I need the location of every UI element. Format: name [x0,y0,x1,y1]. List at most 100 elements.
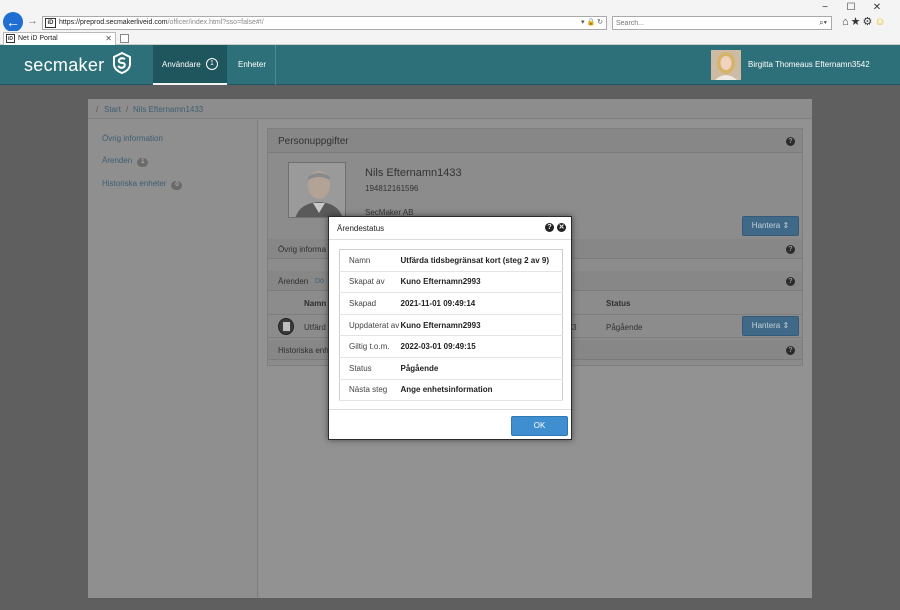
lock-icon: 🔒 [586,19,596,26]
sort-icon: ⇕ [782,221,790,230]
home-icon[interactable]: ⌂ [842,16,851,28]
logo-icon [113,52,131,74]
ok-button[interactable]: OK [511,416,568,436]
help-icon[interactable]: ? [545,223,554,232]
detail-value: Kuno Efternamn2993 [400,271,563,294]
address-actions[interactable]: ▾ 🔒 ↻ [581,18,603,26]
case-status: Pågående [606,323,643,332]
tab-favicon-icon: iD [6,34,15,43]
breadcrumb-separator: / [96,105,99,114]
manage-button-label: Hantera [751,321,781,330]
document-icon [278,318,294,335]
tab-close-icon[interactable]: ✕ [105,34,112,43]
avatar-image [711,50,741,80]
other-info-title: Övrig informa [278,245,327,254]
nav-users-badge: 1 [206,58,218,70]
person-name: Nils Efternamn1433 [365,167,462,179]
table-row: Nästa steg Ange enhetsinformation [339,379,563,402]
breadcrumb-start[interactable]: Start [104,105,121,114]
sidebar-item-label: Ärenden [102,156,133,165]
table-row: Namn Utfärda tidsbegränsat kort (steg 2 a… [339,249,563,272]
cases-col-status: Status [606,299,631,308]
manage-case-button[interactable]: Hantera ⇕ [742,316,799,336]
detail-value: 2022-03-01 09:49:15 [400,335,563,358]
cases-title: Ärenden [278,277,309,286]
help-icon[interactable]: ? [786,245,795,254]
sidebar-item-other-info[interactable]: Övrig information [102,134,163,143]
site-favicon-icon: iD [45,18,56,28]
cases-filter-link[interactable]: Dö [315,278,324,285]
nav-units[interactable]: Enheter [228,45,276,85]
sidebar-item-cases[interactable]: Ärenden 1 [102,156,149,167]
person-photo-image [289,163,345,217]
history-title: Historiska enh [278,346,329,355]
close-icon[interactable]: ✕ [557,223,566,232]
window-controls: − ☐ ✕ [812,2,890,13]
breadcrumb: / Start / Nils Efternamn1433 [88,99,812,119]
detail-value: Kuno Efternamn2993 [400,314,563,337]
star-icon[interactable]: ★ [851,16,863,28]
detail-key: Status [339,357,401,380]
sidebar-badge: 1 [137,158,149,167]
address-bar[interactable]: iD https://preprod.secmakerliveid.com/of… [42,16,607,30]
browser-icons: ⌂★⚙☺ [842,15,888,28]
table-row: Skapat av Kuno Efternamn2993 [339,271,563,294]
close-window-icon[interactable]: ✕ [864,2,890,13]
dialog-title: Ärendestatus [337,224,385,233]
search-input[interactable] [616,18,796,29]
sidebar-item-history[interactable]: Historiska enheter 0 [102,179,183,190]
case-name: Utfärd [304,323,326,332]
avatar[interactable] [711,50,741,80]
nav-users[interactable]: Användare 1 [153,45,227,85]
sort-icon: ⇕ [782,321,790,330]
forward-button[interactable]: → [27,15,38,27]
help-icon[interactable]: ? [786,137,795,146]
detail-value: Utfärda tidsbegränsat kort (steg 2 av 9) [400,249,563,272]
detail-key: Nästa steg [339,379,401,402]
manage-button[interactable]: Hantera ⇕ [742,216,799,236]
tab-strip: iD Net iD Portal ✕ [0,31,900,45]
detail-key: Skapad [339,292,401,315]
user-name[interactable]: Birgitta Thomeaus Efternamn3542 [748,60,870,69]
cases-col-name: Namn [304,299,327,308]
person-panel-header: Personuppgifter ? [268,129,802,153]
detail-value: Pågående [400,357,563,380]
detail-value: Ange enhetsinformation [400,379,563,402]
gear-icon[interactable]: ⚙ [863,16,875,28]
table-row: Skapad 2021-11-01 09:49:14 [339,292,563,315]
dialog-footer-divider [329,409,571,410]
table-row: Uppdaterat av Kuno Efternamn2993 [339,314,563,337]
detail-key: Namn [339,249,401,272]
help-icon[interactable]: ? [786,277,795,286]
panel-title: Personuppgifter [278,136,349,147]
new-tab-button[interactable] [120,34,129,43]
help-icon[interactable]: ? [786,346,795,355]
dropdown-icon[interactable]: ▾ [581,19,585,26]
search-icon[interactable]: ⌕▾ [819,18,827,28]
back-button[interactable]: ← [3,12,23,32]
detail-key: Giltig t.o.m. [339,335,401,358]
logo-text: secmaker [24,55,105,75]
table-row: Status Pågående [339,357,563,380]
tab-title: Net iD Portal [18,35,58,42]
minimize-icon[interactable]: − [812,2,838,13]
detail-key: Uppdaterat av [339,314,401,337]
browser-tab[interactable]: iD Net iD Portal ✕ [3,32,116,45]
search-box[interactable]: ⌕▾ [612,16,832,30]
breadcrumb-current[interactable]: Nils Efternamn1433 [133,105,203,114]
breadcrumb-separator: / [126,105,129,114]
sidebar-item-label: Övrig information [102,134,163,143]
table-row: Giltig t.o.m. 2022-03-01 09:49:15 [339,335,563,358]
nav-users-label: Användare [162,60,201,69]
person-id-number: 194812161596 [365,184,419,193]
maximize-icon[interactable]: ☐ [838,2,864,13]
sidebar: Övrig information Ärenden 1 Historiska en… [88,120,258,598]
refresh-icon[interactable]: ↻ [597,19,603,26]
browser-toolbar: − ☐ ✕ ← → iD https://preprod.secmakerlivei… [0,0,900,32]
case-details-table: Namn Utfärda tidsbegränsat kort (steg 2 a… [339,249,563,402]
smiley-icon[interactable]: ☺ [874,16,887,28]
case-id-fragment: 3 [572,323,577,332]
nav-units-label: Enheter [238,60,267,69]
manage-button-label: Hantera [751,221,781,230]
case-status-dialog: Ärendestatus ? ✕ Namn Utfärda tidsbegräns… [328,216,572,440]
